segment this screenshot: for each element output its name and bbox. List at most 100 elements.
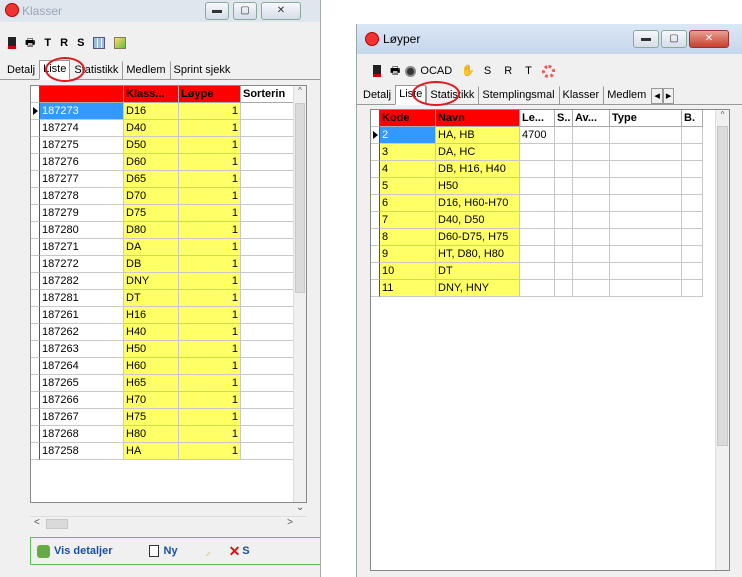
scroll-right-icon[interactable]: >	[287, 517, 293, 528]
row-indicator[interactable]	[31, 256, 40, 273]
lifebuoy-icon[interactable]	[541, 64, 555, 78]
vertical-scrollbar[interactable]: ^	[715, 110, 729, 570]
table-row[interactable]: 187279 D75 1	[31, 205, 306, 222]
col-header-av[interactable]: Av...	[573, 110, 610, 127]
cell-kode[interactable]: 5	[380, 178, 436, 195]
cell-loype[interactable]: 1	[179, 188, 241, 205]
row-indicator[interactable]	[31, 273, 40, 290]
cell-id[interactable]: 187277	[40, 171, 124, 188]
table-row[interactable]: 187281 DT 1	[31, 290, 306, 307]
cell-navn[interactable]: D40, D50	[436, 212, 520, 229]
col-header-s[interactable]: S..	[555, 110, 573, 127]
table-row[interactable]: 187258 HA 1	[31, 443, 306, 460]
cell-loype[interactable]: 1	[179, 205, 241, 222]
col-header-navn[interactable]: Navn	[436, 110, 520, 127]
cell-sortering[interactable]	[241, 341, 295, 358]
col-header-klasse[interactable]: Klass...	[124, 86, 179, 103]
cell-id[interactable]: 187267	[40, 409, 124, 426]
cell-sortering[interactable]	[241, 409, 295, 426]
cell-klasse[interactable]: D75	[124, 205, 179, 222]
cell-navn[interactable]: HT, D80, H80	[436, 246, 520, 263]
vertical-scrollbar[interactable]: ^	[293, 86, 306, 502]
cell-id[interactable]: 187272	[40, 256, 124, 273]
cell-sortering[interactable]	[241, 205, 295, 222]
cell-type[interactable]	[610, 195, 682, 212]
cell-av[interactable]	[573, 195, 610, 212]
row-indicator[interactable]	[31, 426, 40, 443]
cell-id[interactable]: 187264	[40, 358, 124, 375]
cell-s[interactable]	[555, 127, 573, 144]
cell-klasse[interactable]: D60	[124, 154, 179, 171]
cell-navn[interactable]: DA, HC	[436, 144, 520, 161]
row-indicator[interactable]	[31, 358, 40, 375]
cell-loype[interactable]: 1	[179, 222, 241, 239]
cell-id[interactable]: 187271	[40, 239, 124, 256]
cell-klasse[interactable]: D65	[124, 171, 179, 188]
cell-sortering[interactable]	[241, 375, 295, 392]
row-indicator[interactable]	[31, 392, 40, 409]
cell-type[interactable]	[610, 127, 682, 144]
cell-av[interactable]	[573, 161, 610, 178]
cell-b[interactable]	[682, 263, 703, 280]
table-row[interactable]: 4 DB, H16, H40	[371, 161, 729, 178]
cell-sortering[interactable]	[241, 290, 295, 307]
cell-klasse[interactable]: DNY	[124, 273, 179, 290]
cell-lengde[interactable]	[520, 263, 555, 280]
cell-id[interactable]: 187279	[40, 205, 124, 222]
row-indicator[interactable]	[371, 280, 380, 297]
table-row[interactable]: 187266 H70 1	[31, 392, 306, 409]
cell-lengde[interactable]: 4700	[520, 127, 555, 144]
cell-s[interactable]	[555, 144, 573, 161]
table-row[interactable]: 187271 DA 1	[31, 239, 306, 256]
cell-klasse[interactable]: H75	[124, 409, 179, 426]
cell-klasse[interactable]: H80	[124, 426, 179, 443]
compass-icon[interactable]	[405, 65, 417, 77]
cell-navn[interactable]: DNY, HNY	[436, 280, 520, 297]
row-indicator[interactable]	[371, 212, 380, 229]
cell-sortering[interactable]	[241, 137, 295, 154]
cell-av[interactable]	[573, 280, 610, 297]
cell-navn[interactable]: H50	[436, 178, 520, 195]
loyper-table[interactable]: Kode Navn Le... S.. Av... Type B. 2 HA, H…	[370, 109, 730, 571]
table-row[interactable]: 7 D40, D50	[371, 212, 729, 229]
cell-kode[interactable]: 3	[380, 144, 436, 161]
table-row[interactable]: 187275 D50 1	[31, 137, 306, 154]
cell-b[interactable]	[682, 178, 703, 195]
cell-av[interactable]	[573, 178, 610, 195]
scroll-up-icon[interactable]: ^	[716, 110, 729, 119]
row-indicator[interactable]	[371, 144, 380, 161]
cell-type[interactable]	[610, 212, 682, 229]
table-row[interactable]: 6 D16, H60-H70	[371, 195, 729, 212]
cell-sortering[interactable]	[241, 307, 295, 324]
row-indicator[interactable]	[371, 161, 380, 178]
toolbar-r-button[interactable]: R	[504, 64, 512, 78]
cell-id[interactable]: 187275	[40, 137, 124, 154]
cell-sortering[interactable]	[241, 392, 295, 409]
cell-av[interactable]	[573, 229, 610, 246]
cell-loype[interactable]: 1	[179, 120, 241, 137]
maximize-button[interactable]: ▢	[661, 30, 687, 48]
cell-loype[interactable]: 1	[179, 409, 241, 426]
cell-b[interactable]	[682, 212, 703, 229]
table-row[interactable]: 187278 D70 1	[31, 188, 306, 205]
table-row[interactable]: 3 DA, HC	[371, 144, 729, 161]
col-header-kode[interactable]: Kode	[380, 110, 436, 127]
row-indicator[interactable]	[371, 229, 380, 246]
cell-klasse[interactable]: D16	[124, 103, 179, 120]
row-indicator[interactable]	[31, 290, 40, 307]
row-indicator[interactable]	[371, 263, 380, 280]
cell-b[interactable]	[682, 195, 703, 212]
table-row[interactable]: 187265 H65 1	[31, 375, 306, 392]
col-header-lengde[interactable]: Le...	[520, 110, 555, 127]
cell-klasse[interactable]: DA	[124, 239, 179, 256]
cell-s[interactable]	[555, 178, 573, 195]
row-indicator[interactable]	[371, 178, 380, 195]
row-indicator[interactable]	[31, 154, 40, 171]
cell-klasse[interactable]: DT	[124, 290, 179, 307]
col-header-sortering[interactable]: Sorterin	[241, 86, 295, 103]
row-indicator[interactable]	[31, 324, 40, 341]
cell-lengde[interactable]	[520, 280, 555, 297]
cell-id[interactable]: 187274	[40, 120, 124, 137]
cell-kode[interactable]: 11	[380, 280, 436, 297]
table-row[interactable]: 187267 H75 1	[31, 409, 306, 426]
